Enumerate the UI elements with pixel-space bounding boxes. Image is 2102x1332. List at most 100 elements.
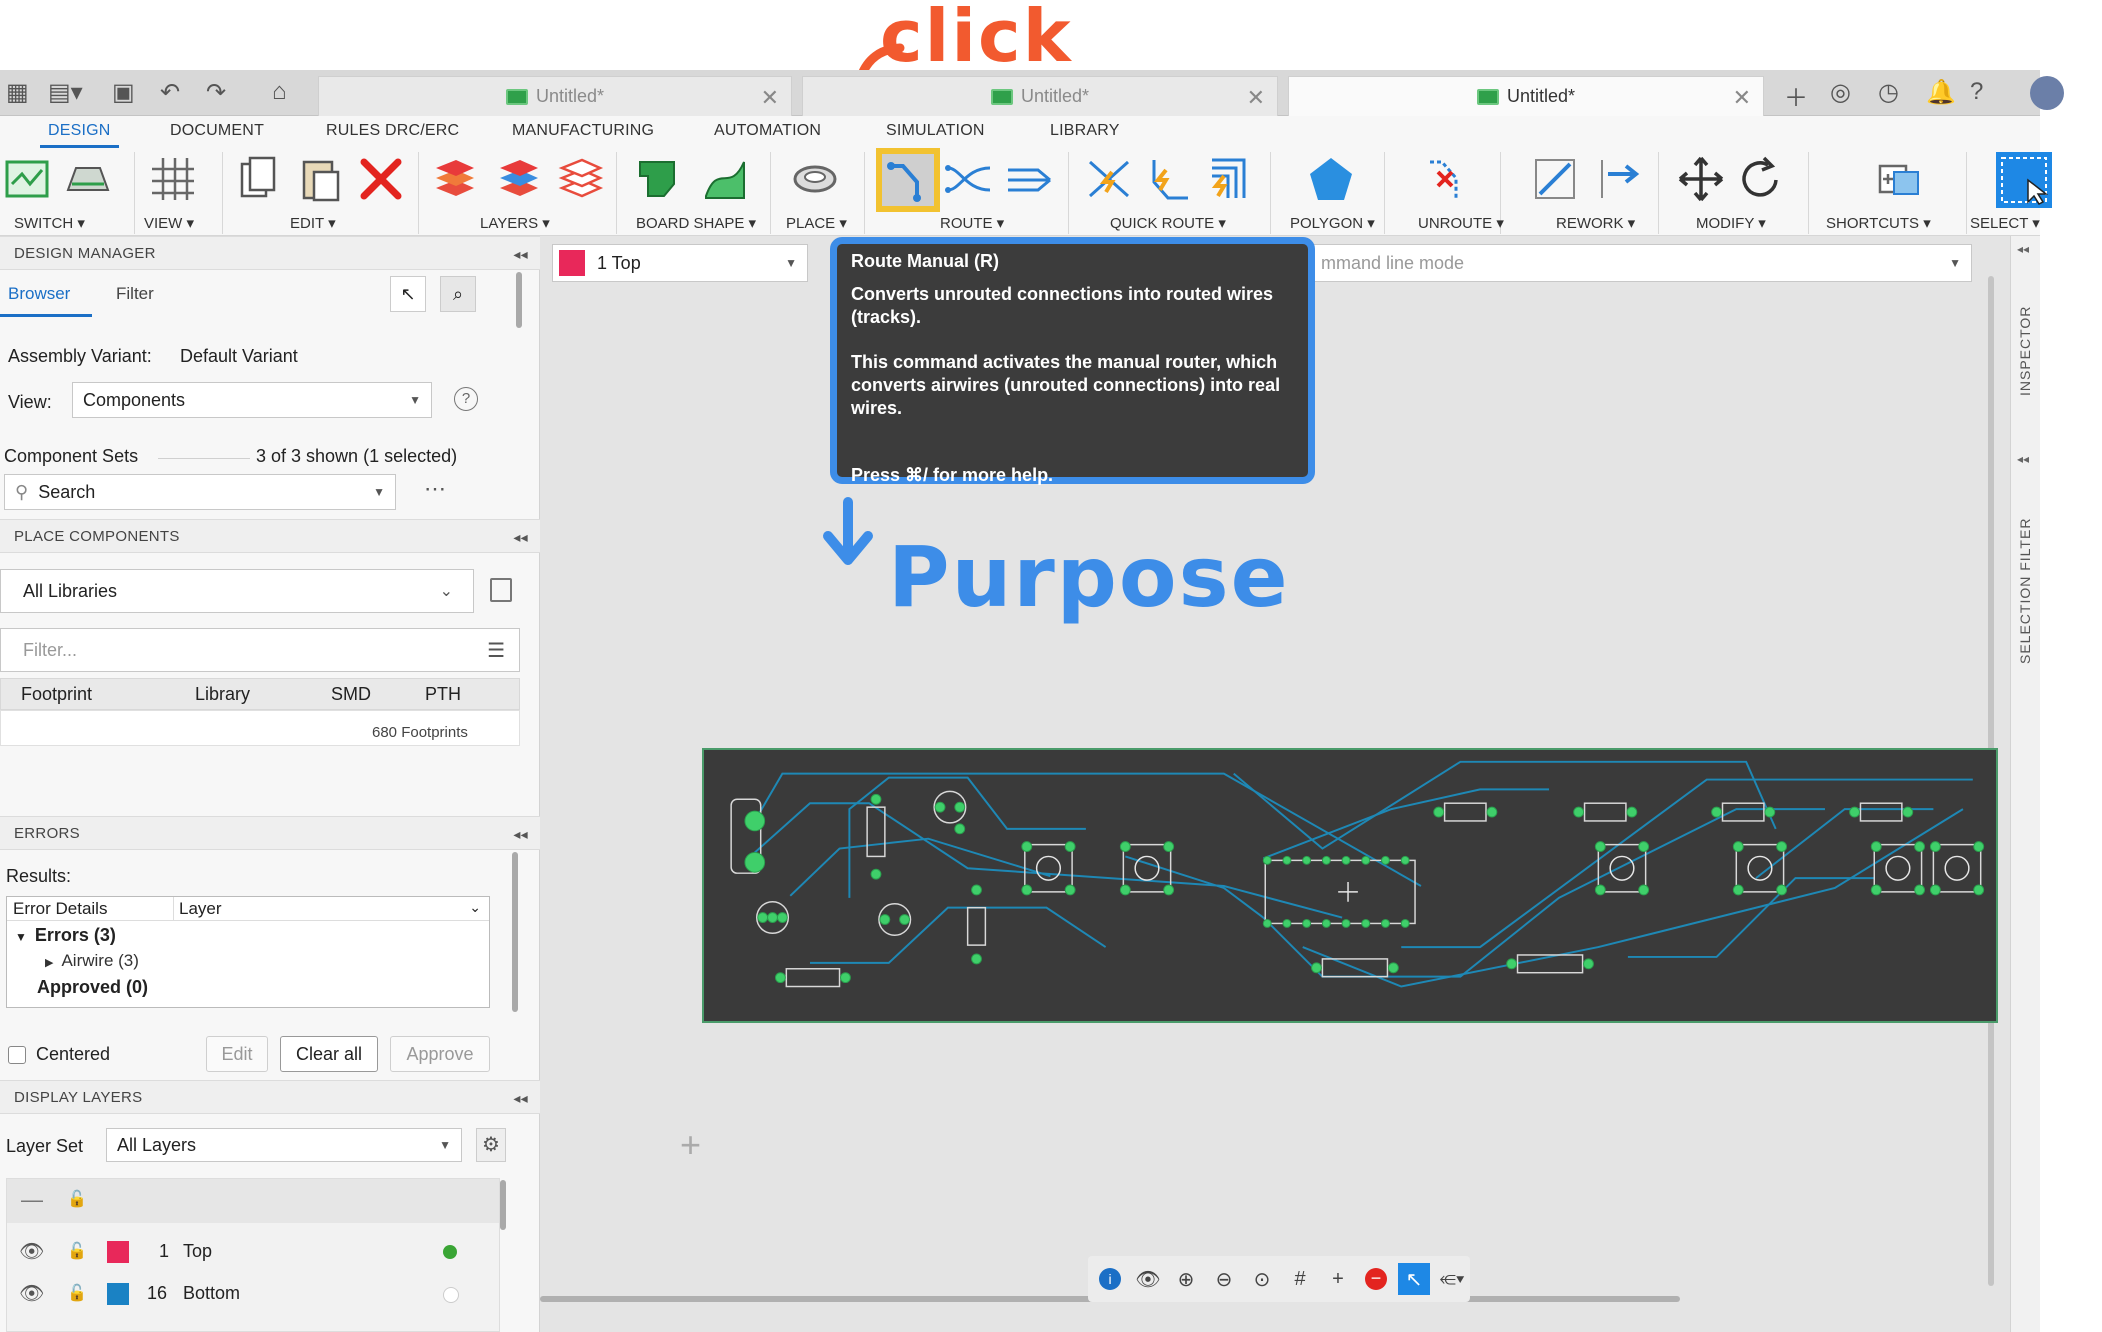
delete-icon[interactable] (356, 154, 406, 204)
filter-settings-icon[interactable]: ☰ (487, 638, 505, 663)
rotate-icon[interactable] (1736, 154, 1786, 204)
route-manual-icon[interactable] (883, 156, 933, 206)
lock-all-icon[interactable]: 🔓 (67, 1189, 87, 1209)
apps-grid-icon[interactable]: ▦ (6, 78, 29, 107)
shortcuts-icon[interactable] (1874, 154, 1924, 204)
layer-row-bottom[interactable]: 👁 🔓 16 Bottom (7, 1277, 499, 1311)
close-icon[interactable]: ✕ (1247, 85, 1265, 111)
select-mode-icon[interactable]: ↖ (1398, 1263, 1430, 1295)
layers-scrollbar[interactable] (500, 1180, 506, 1230)
col-library[interactable]: Library (195, 684, 250, 705)
collapse-icon[interactable]: ◂◂ (513, 237, 528, 271)
help-icon[interactable]: ? (1970, 78, 1983, 106)
route-diff-pair-icon[interactable] (944, 154, 994, 204)
tab-browser[interactable]: Browser (8, 284, 70, 304)
group-polygon[interactable]: POLYGON ▾ (1290, 214, 1375, 232)
crosshair-icon[interactable]: + (1322, 1263, 1354, 1295)
zoom-out-icon[interactable]: ⊖ (1208, 1263, 1240, 1295)
clear-all-button[interactable]: Clear all (280, 1036, 378, 1072)
library-manager-icon[interactable] (490, 578, 512, 602)
layer-set-select[interactable]: All Layers ▼ (106, 1128, 462, 1162)
lock-icon[interactable]: 🔓 (67, 1283, 87, 1303)
close-icon[interactable]: ✕ (1733, 85, 1751, 111)
group-route[interactable]: ROUTE ▾ (940, 214, 1004, 232)
group-shortcuts[interactable]: SHORTCUTS ▾ (1826, 214, 1931, 232)
zoom-select-icon[interactable]: ⌕ (440, 276, 476, 312)
route-multi-icon[interactable] (1004, 154, 1054, 204)
avatar[interactable] (2030, 76, 2064, 110)
home-icon[interactable]: ⌂ (272, 78, 287, 106)
collapse-icon[interactable]: ◂◂ (2017, 242, 2029, 256)
lock-icon[interactable]: 🔓 (67, 1241, 87, 1261)
copy-icon[interactable] (234, 154, 284, 204)
tab-manufacturing[interactable]: MANUFACTURING (512, 122, 654, 140)
new-tab-icon[interactable]: ＋ (1784, 78, 1808, 113)
group-modify[interactable]: MODIFY ▾ (1696, 214, 1766, 232)
inactive-layer-dot[interactable] (443, 1287, 459, 1303)
route-style-icon[interactable]: ⥺▾ (1436, 1263, 1468, 1295)
select-icon[interactable] (1994, 150, 2054, 210)
undo-icon[interactable]: ↶ (160, 78, 180, 107)
rework-draw-icon[interactable] (1530, 154, 1580, 204)
clock-icon[interactable]: ◷ (1878, 78, 1899, 107)
col-smd[interactable]: SMD (331, 684, 371, 705)
select-cursor-icon[interactable]: ↖ (390, 276, 426, 312)
collapse-icon[interactable]: ◂◂ (513, 520, 528, 554)
col-error-details[interactable]: Error Details (13, 899, 107, 919)
component-search[interactable]: ⚲ Search ▼ (4, 474, 396, 510)
group-rework[interactable]: REWORK ▾ (1556, 214, 1635, 232)
tab-automation[interactable]: AUTOMATION (714, 122, 821, 140)
errors-node[interactable]: ▼ Errors (3) (15, 925, 116, 946)
panel-scrollbar[interactable] (516, 272, 522, 328)
library-select[interactable]: All Libraries ⌄ (0, 569, 474, 613)
eye-icon[interactable]: 👁 (1132, 1263, 1164, 1295)
quick-route-airwire-icon[interactable] (1084, 154, 1134, 204)
selection-filter-tab[interactable]: SELECTION FILTER (2017, 518, 2033, 664)
approved-node[interactable]: Approved (0) (37, 977, 148, 998)
tab-design[interactable]: DESIGN (40, 122, 119, 148)
zoom-fit-icon[interactable]: ⊙ (1246, 1263, 1278, 1295)
zoom-in-icon[interactable]: ⊕ (1170, 1263, 1202, 1295)
group-layers[interactable]: LAYERS ▾ (480, 214, 550, 232)
col-layer[interactable]: Layer (179, 899, 222, 919)
group-board-shape[interactable]: BOARD SHAPE ▾ (636, 214, 756, 232)
active-layer-dot[interactable] (443, 1245, 457, 1259)
tab-rules[interactable]: RULES DRC/ERC (326, 122, 459, 140)
collapse-icon[interactable]: ◂◂ (2017, 452, 2029, 466)
view-select[interactable]: Components ▼ (72, 382, 432, 418)
chevron-down-icon[interactable]: ⌄ (469, 899, 481, 916)
footprint-filter[interactable]: Filter... ☰ (0, 628, 520, 672)
switch-3d-icon[interactable] (62, 154, 112, 204)
col-footprint[interactable]: Footprint (21, 684, 92, 705)
group-switch[interactable]: SWITCH ▾ (14, 214, 85, 232)
move-icon[interactable] (1676, 154, 1726, 204)
bell-icon[interactable]: 🔔 (1926, 78, 1956, 107)
pcb-board[interactable] (702, 748, 1998, 1023)
group-edit[interactable]: EDIT ▾ (290, 214, 336, 232)
centered-checkbox[interactable] (8, 1046, 26, 1064)
board-curve-icon[interactable] (700, 154, 750, 204)
approve-button[interactable]: Approve (390, 1036, 490, 1072)
collapse-icon[interactable]: ◂◂ (513, 1081, 528, 1115)
errors-scrollbar[interactable] (512, 852, 518, 1012)
close-icon[interactable]: ✕ (761, 85, 779, 111)
grid-icon[interactable]: # (1284, 1263, 1316, 1295)
help-icon[interactable]: ? (454, 387, 478, 411)
doc-tab-1[interactable]: Untitled* ✕ (318, 76, 792, 116)
doc-tab-2[interactable]: Untitled* ✕ (802, 76, 1278, 116)
switch-schematic-icon[interactable] (4, 154, 54, 204)
edit-button[interactable]: Edit (206, 1036, 268, 1072)
extensions-icon[interactable]: ◎ (1830, 78, 1851, 107)
unroute-icon[interactable] (1420, 154, 1470, 204)
doc-tab-3[interactable]: Untitled* ✕ (1288, 76, 1764, 116)
grid-icon[interactable] (148, 154, 198, 204)
place-via-icon[interactable] (790, 154, 840, 204)
layers-red-icon[interactable] (430, 154, 480, 204)
tab-filter[interactable]: Filter (116, 284, 154, 304)
tab-document[interactable]: DOCUMENT (170, 122, 264, 140)
layers-outline-icon[interactable] (556, 154, 606, 204)
errors-tree[interactable]: Error Details Layer ⌄ ▼ Errors (3) ▶ Airwi… (6, 896, 490, 1008)
group-view[interactable]: VIEW ▾ (144, 214, 194, 232)
rework-arrow-icon[interactable] (1594, 154, 1644, 204)
layer-row-top[interactable]: 👁 🔓 1 Top (7, 1235, 499, 1269)
